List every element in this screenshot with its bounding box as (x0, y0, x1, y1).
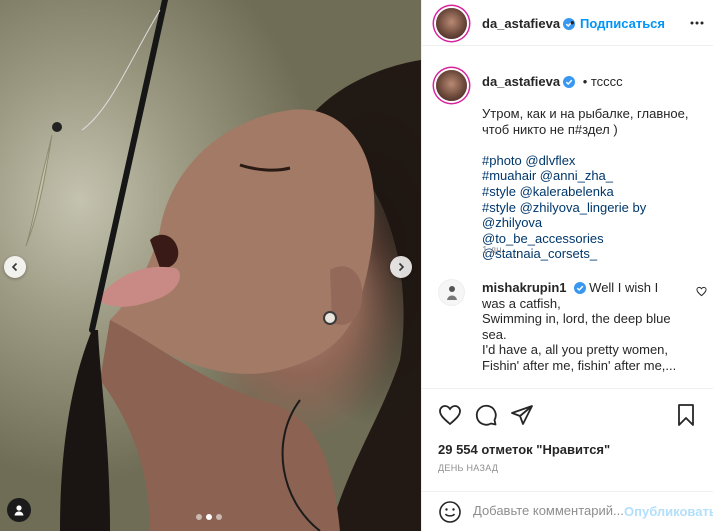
location-separator: • (582, 74, 588, 89)
comment-icon[interactable] (474, 403, 498, 427)
caption-author-username[interactable]: da_astafieva (482, 74, 560, 89)
verified-badge-icon (563, 76, 576, 88)
photo-artwork (25, 0, 421, 531)
more-options-icon[interactable] (688, 14, 706, 32)
author-username-text[interactable]: da_astafieva (482, 16, 560, 31)
carousel-dot (196, 514, 202, 520)
tagged-people-button[interactable] (7, 498, 31, 522)
comment-item: mishakrupin1 Well I wish I was a catfish… (482, 280, 682, 374)
comment-like-heart-icon[interactable] (696, 286, 707, 297)
author-avatar[interactable] (436, 8, 467, 39)
publish-button[interactable]: Опубликовать (624, 504, 713, 519)
bookmark-icon[interactable] (674, 403, 698, 427)
carousel-dot-active (206, 514, 212, 520)
next-slide-button[interactable] (390, 256, 412, 278)
caption-author-avatar[interactable] (436, 70, 467, 101)
header-separator: • (570, 15, 575, 30)
caption-tag-line[interactable]: #style @kalerabelenka (482, 184, 614, 199)
add-comment-bar: Опубликовать (422, 491, 713, 531)
comments-section[interactable]: da_astafieva • тсссс Утром, как и на рыб… (422, 46, 713, 388)
caption-line: Утром, как и на рыбалке, главное, чтоб н… (482, 106, 689, 137)
commenter-avatar[interactable] (438, 279, 465, 306)
caption-header: da_astafieva • тсссс (482, 74, 623, 89)
post-details-panel: da_astafieva • Подписаться da_astafieva … (421, 0, 713, 531)
follow-button[interactable]: Подписаться (580, 16, 665, 31)
emoji-icon[interactable] (438, 500, 462, 524)
commenter-avatar-image (446, 285, 457, 300)
caption-text: Утром, как и на рыбалке, главное, чтоб н… (482, 106, 708, 262)
carousel-indicator (196, 514, 222, 520)
post-header: da_astafieva • Подписаться (422, 0, 713, 46)
comment-input[interactable] (473, 503, 625, 518)
chevron-left-icon (11, 262, 18, 272)
author-username[interactable]: da_astafieva (482, 16, 576, 31)
person-tag-icon (14, 505, 24, 516)
carousel-dot (216, 514, 222, 520)
caption-tag-line[interactable]: #style @zhilyova_lingerie by @zhilyova (482, 200, 646, 231)
heart-icon[interactable] (438, 403, 462, 427)
caption-timestamp[interactable]: 1 дн. (482, 245, 504, 256)
chevron-right-icon (398, 262, 405, 272)
send-icon[interactable] (510, 403, 534, 427)
verified-badge-icon (573, 282, 586, 294)
likes-count[interactable]: 29 554 отметок "Нравится" (438, 442, 610, 457)
post-photo[interactable] (0, 0, 421, 531)
commenter-username[interactable]: mishakrupin1 (482, 280, 567, 295)
post-timestamp[interactable]: ДЕНЬ НАЗАД (438, 463, 498, 473)
previous-slide-button[interactable] (4, 256, 26, 278)
post-actions: 29 554 отметок "Нравится" ДЕНЬ НАЗАД (422, 388, 713, 491)
caption-tag-line[interactable]: #muahair @anni_zha_ (482, 168, 613, 183)
caption-tag-line[interactable]: #photo @dlvflex (482, 153, 575, 168)
post-location[interactable]: тсссс (591, 74, 623, 89)
